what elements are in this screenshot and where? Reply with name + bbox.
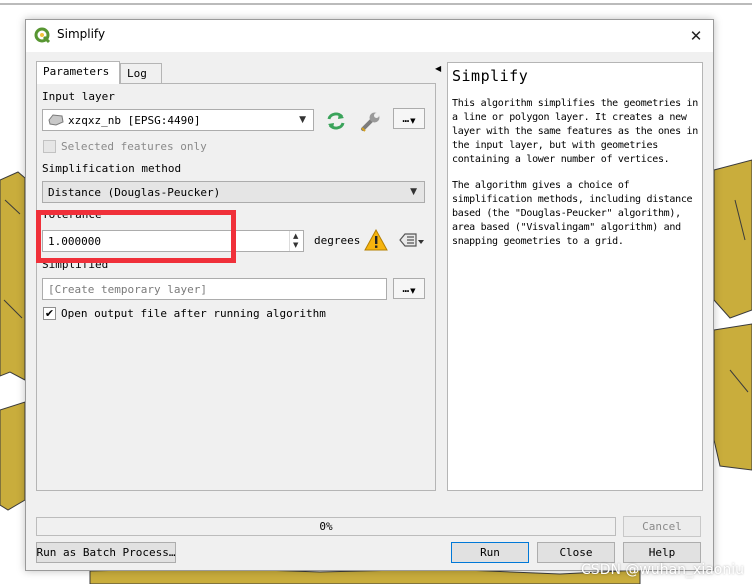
tolerance-spin-arrows[interactable]: ▲ ▼ — [289, 231, 303, 251]
input-layer-label: Input layer — [42, 90, 115, 103]
help-paragraph-2: The algorithm gives a choice of simplifi… — [452, 180, 693, 247]
tab-parameters-label: Parameters — [43, 65, 110, 78]
open-output-label: Open output file after running algorithm — [61, 307, 326, 320]
cancel-label: Cancel — [642, 520, 682, 533]
chevron-down-icon: ▼ — [299, 115, 306, 125]
output-label: Simplified — [42, 258, 109, 271]
help-title: Simplify — [452, 67, 529, 85]
simplify-dialog: Simplify ✕ Parameters Log Input layer xz… — [25, 19, 714, 571]
output-layer-placeholder: [Create temporary layer] — [48, 282, 207, 296]
more-label: … — [402, 112, 410, 125]
close-label: Close — [559, 546, 593, 559]
qgis-logo-icon — [34, 27, 51, 44]
dropdown-arrow-icon: ▼ — [410, 287, 416, 295]
input-layer-value: xzqxz_nb [EPSG:4490] — [68, 113, 201, 127]
polygon-layer-icon — [48, 114, 64, 126]
help-paragraph-1: This algorithm simplifies the geometries… — [452, 98, 698, 165]
wrench-icon[interactable] — [359, 109, 383, 133]
title-bar: Simplify ✕ — [26, 20, 713, 52]
help-label: Help — [648, 546, 676, 559]
tolerance-value: 1.000000 — [48, 234, 101, 248]
batch-process-button[interactable]: Run as Batch Process… — [36, 542, 176, 563]
window-title: Simplify — [57, 27, 106, 41]
close-button[interactable]: Close — [537, 542, 615, 563]
run-button[interactable]: Run — [451, 542, 529, 563]
close-window-button[interactable]: ✕ — [679, 20, 713, 52]
tolerance-spinbox[interactable]: 1.000000 ▲ ▼ — [42, 230, 304, 252]
simplification-method-value: Distance (Douglas-Peucker) — [48, 185, 221, 199]
tab-parameters[interactable]: Parameters — [36, 61, 120, 84]
data-defined-override-icon[interactable] — [397, 231, 425, 249]
warning-icon — [364, 229, 388, 251]
spin-down-icon[interactable]: ▼ — [293, 241, 298, 249]
open-output-checkbox[interactable]: ✔ — [43, 307, 56, 320]
input-layer-options-button[interactable]: … ▼ — [393, 108, 425, 129]
help-button[interactable]: Help — [623, 542, 701, 563]
iterate-over-features-icon[interactable] — [324, 111, 348, 131]
tolerance-label: Tolerance — [42, 208, 102, 221]
chevron-down-icon: ▼ — [410, 187, 417, 197]
input-layer-combo[interactable]: xzqxz_nb [EPSG:4490] ▼ — [42, 109, 314, 131]
batch-process-label: Run as Batch Process… — [36, 546, 176, 559]
run-label: Run — [480, 546, 500, 559]
parameters-panel: Input layer xzqxz_nb [EPSG:4490] ▼ … ▼ S… — [36, 83, 436, 491]
tolerance-unit-label: degrees — [314, 234, 361, 247]
progress-text: 0% — [319, 520, 333, 533]
selected-features-label: Selected features only — [61, 140, 207, 153]
tab-log-label: Log — [127, 67, 147, 80]
close-icon: ✕ — [689, 27, 703, 45]
progress-bar: 0% — [36, 517, 616, 536]
selected-features-checkbox[interactable] — [43, 140, 56, 153]
parameters-pane: Parameters Log Input layer xzqxz_nb [EPS… — [36, 61, 436, 491]
cancel-button[interactable]: Cancel — [623, 516, 701, 537]
simplification-method-label: Simplification method — [42, 162, 182, 175]
more-label: … — [402, 282, 410, 295]
output-options-button[interactable]: … ▼ — [393, 278, 425, 299]
output-layer-field[interactable]: [Create temporary layer] — [42, 278, 387, 300]
collapse-help-arrow-icon[interactable]: ◀ — [435, 64, 441, 73]
tab-log[interactable]: Log — [120, 63, 162, 84]
simplification-method-combo[interactable]: Distance (Douglas-Peucker) ▼ — [42, 181, 425, 203]
help-panel: Simplify This algorithm simplifies the g… — [447, 62, 703, 491]
spin-up-icon[interactable]: ▲ — [293, 232, 298, 240]
dropdown-arrow-icon: ▼ — [410, 117, 416, 125]
watermark: CSDN @wuhan_xiaoniu — [581, 562, 744, 578]
